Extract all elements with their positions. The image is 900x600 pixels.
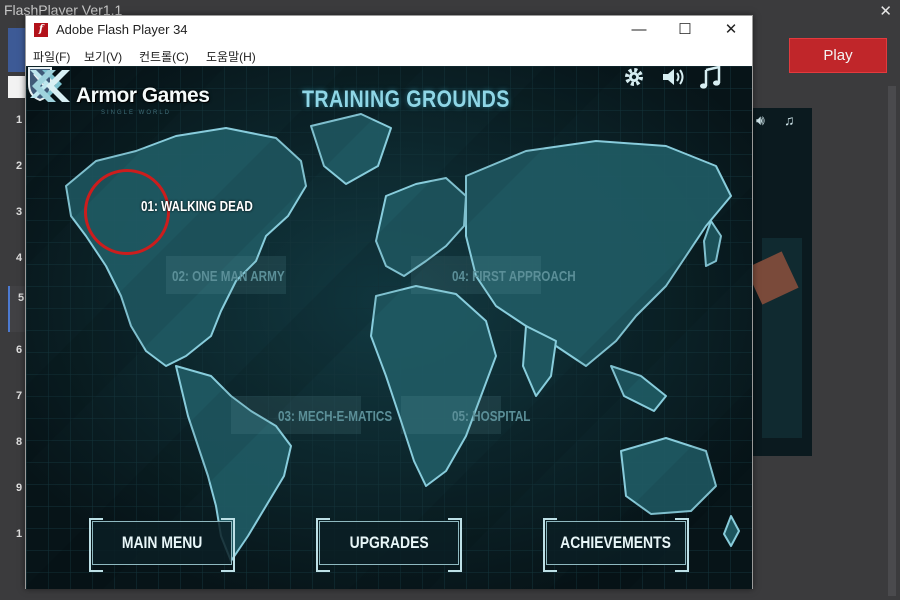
game-canvas[interactable]: Armor Games SINGLE WORLD TRAINING GROUND… [26, 66, 752, 589]
main-menu-label: MAIN MENU [121, 533, 203, 552]
speaker-icon[interactable] [660, 66, 686, 88]
achievements-label: ACHIEVEMENTS [560, 533, 672, 552]
flash-logo-icon: f [34, 23, 48, 37]
speaker-icon: 🔊︎ [756, 112, 765, 128]
main-menu-button[interactable]: MAIN MENU [89, 518, 235, 572]
level-4-first-approach[interactable]: 04: FIRST APPROACH [452, 268, 576, 285]
music-note-icon: ♫ [784, 112, 795, 128]
upgrades-button[interactable]: UPGRADES [316, 518, 462, 572]
flash-title-bar: f Adobe Flash Player 34 — ☐ ✕ [26, 16, 752, 44]
upgrades-label: UPGRADES [349, 533, 429, 552]
level-3-mech-e-matics[interactable]: 03: MECH-E-MATICS [278, 408, 392, 425]
page-title: TRAINING GROUNDS [302, 86, 510, 113]
music-note-icon[interactable] [698, 66, 722, 90]
level-1-chevron-icon[interactable] [26, 66, 74, 106]
armor-games-logo-text[interactable]: Armor Games [76, 84, 210, 108]
menu-control[interactable]: 컨트롤(C) [139, 48, 189, 65]
menu-help[interactable]: 도움말(H) [206, 48, 256, 65]
armor-games-subtitle: SINGLE WORLD [101, 110, 172, 116]
play-button[interactable]: Play [789, 38, 887, 73]
flash-window-title: Adobe Flash Player 34 [56, 22, 188, 37]
level-5-hospital[interactable]: 05: HOSPITAL [452, 408, 530, 425]
level-1-walking-dead[interactable]: 01: WALKING DEAD [141, 198, 253, 215]
maximize-icon[interactable]: ☐ [662, 19, 708, 41]
minimize-icon[interactable]: — [616, 19, 662, 41]
outer-close-icon[interactable]: ✕ [879, 2, 892, 20]
menu-view[interactable]: 보기(V) [84, 48, 122, 65]
flash-menu-bar: 파일(F) 보기(V) 컨트롤(C) 도움말(H) [26, 44, 752, 66]
close-icon[interactable]: ✕ [708, 19, 754, 41]
level-2-one-man-army[interactable]: 02: ONE MAN ARMY [172, 268, 285, 285]
background-game-preview: 🔊︎ ♫ [752, 108, 812, 456]
menu-file[interactable]: 파일(F) [33, 48, 70, 65]
flash-player-window: f Adobe Flash Player 34 — ☐ ✕ 파일(F) 보기(V… [25, 15, 753, 589]
world-map [26, 66, 752, 589]
outer-scrollbar[interactable] [888, 86, 896, 596]
achievements-button[interactable]: ACHIEVEMENTS [543, 518, 689, 572]
gear-icon[interactable] [623, 66, 645, 88]
